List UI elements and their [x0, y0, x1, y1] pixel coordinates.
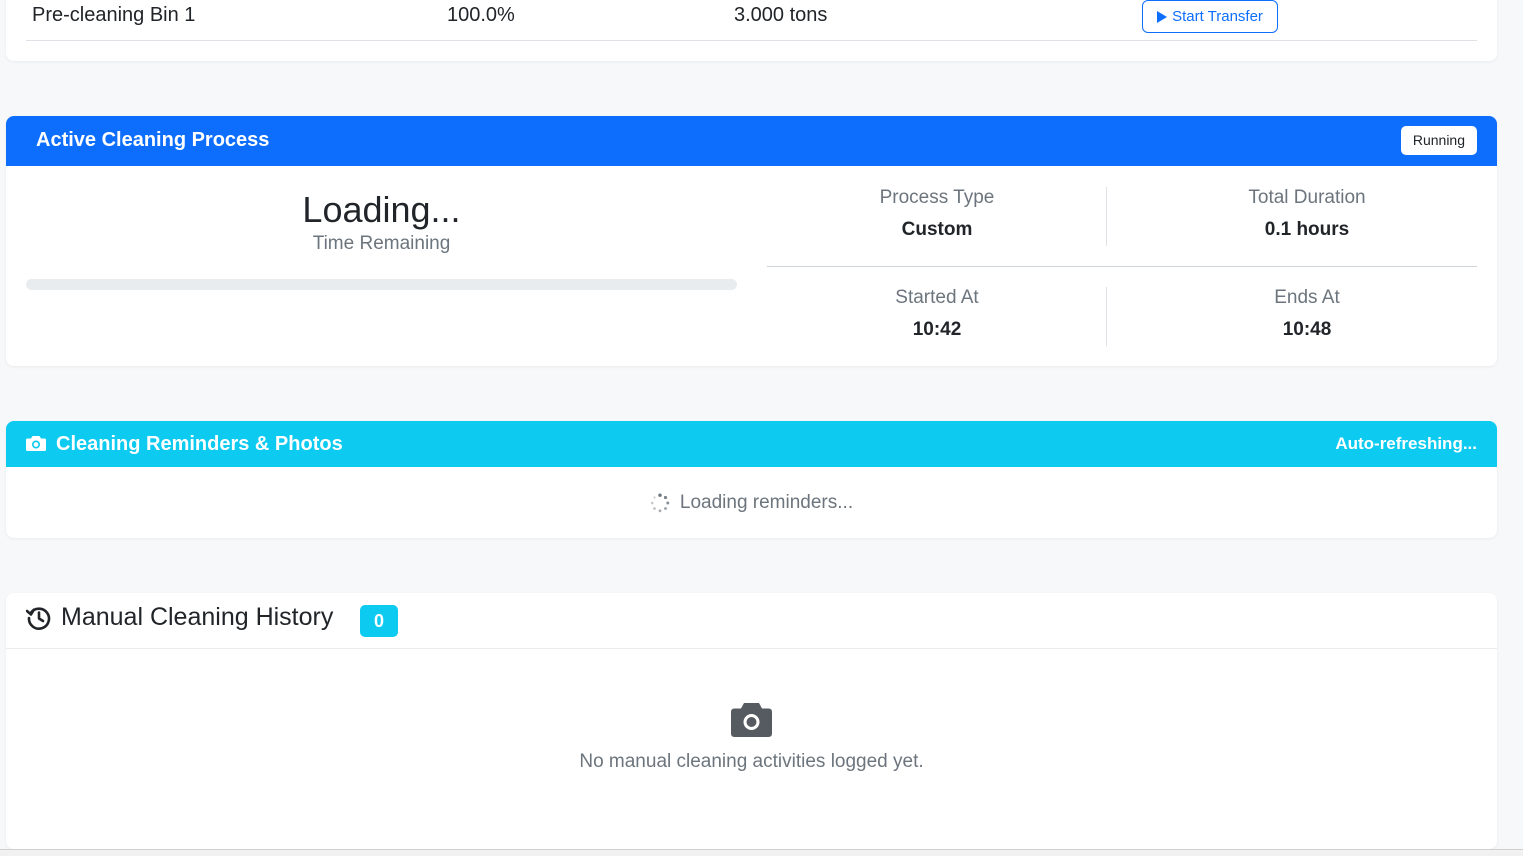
history-card: Manual Cleaning History 0 No manual clea…: [6, 593, 1497, 849]
stat-label: Process Type: [879, 187, 995, 208]
stat-started-at: Started At 10:42: [767, 286, 1107, 342]
reminders-body: Loading reminders...: [6, 467, 1497, 538]
bins-card: Pre-cleaning Bin 1 100.0% 3.000 tons Sta…: [6, 0, 1497, 61]
stat-value: Custom: [901, 219, 973, 240]
history-header: Manual Cleaning History 0: [6, 593, 1497, 649]
process-title: Active Cleaning Process: [36, 129, 270, 151]
divider: [1106, 187, 1107, 246]
horizontal-scrollbar[interactable]: [0, 849, 1523, 856]
auto-refresh-status: Auto-refreshing...: [1335, 434, 1477, 453]
reminders-header: Cleaning Reminders & Photos Auto-refresh…: [6, 421, 1497, 467]
loading-reminders-text: Loading reminders...: [679, 491, 854, 513]
history-title: Manual Cleaning History: [61, 603, 334, 631]
play-icon: [1157, 10, 1168, 23]
camera-icon: [731, 703, 772, 737]
stat-total-duration: Total Duration 0.1 hours: [1137, 186, 1477, 242]
spinner-icon: [650, 493, 670, 512]
stat-label: Ends At: [1274, 287, 1340, 308]
start-transfer-label: Start Transfer: [1172, 8, 1263, 25]
bin-fill-percent: 100.0%: [447, 4, 515, 26]
table-row: Pre-cleaning Bin 1 100.0% 3.000 tons Sta…: [26, 0, 1477, 41]
stat-label: Started At: [895, 287, 979, 308]
divider: [767, 266, 1477, 267]
history-icon: [26, 607, 51, 630]
stat-value: 10:42: [912, 319, 962, 340]
history-count-badge: 0: [360, 605, 398, 637]
reminders-title: Cleaning Reminders & Photos: [56, 433, 343, 455]
stat-label: Total Duration: [1248, 187, 1366, 208]
start-transfer-button[interactable]: Start Transfer: [1142, 0, 1278, 33]
bin-weight: 3.000 tons: [734, 4, 828, 26]
process-header: Active Cleaning Process Running: [6, 116, 1497, 166]
progress-bar: [26, 279, 737, 290]
camera-icon: [26, 436, 46, 451]
reminders-card: Cleaning Reminders & Photos Auto-refresh…: [6, 421, 1497, 538]
history-empty-message: No manual cleaning activities logged yet…: [579, 751, 924, 772]
status-badge: Running: [1400, 126, 1477, 155]
page: Pre-cleaning Bin 1 100.0% 3.000 tons Sta…: [0, 0, 1523, 856]
countdown-label: Time Remaining: [312, 233, 451, 254]
countdown-value: Loading...: [302, 189, 461, 230]
stat-value: 10:48: [1282, 319, 1332, 340]
countdown-block: Loading... Time Remaining: [26, 166, 737, 366]
stat-ends-at: Ends At 10:48: [1137, 286, 1477, 342]
active-process-card: Active Cleaning Process Running Loading.…: [6, 116, 1497, 366]
stat-process-type: Process Type Custom: [767, 186, 1107, 242]
bin-name: Pre-cleaning Bin 1: [32, 4, 196, 26]
process-stats: Process Type Custom Total Duration 0.1 h…: [767, 166, 1477, 366]
divider: [1106, 287, 1107, 346]
stat-value: 0.1 hours: [1264, 219, 1350, 240]
